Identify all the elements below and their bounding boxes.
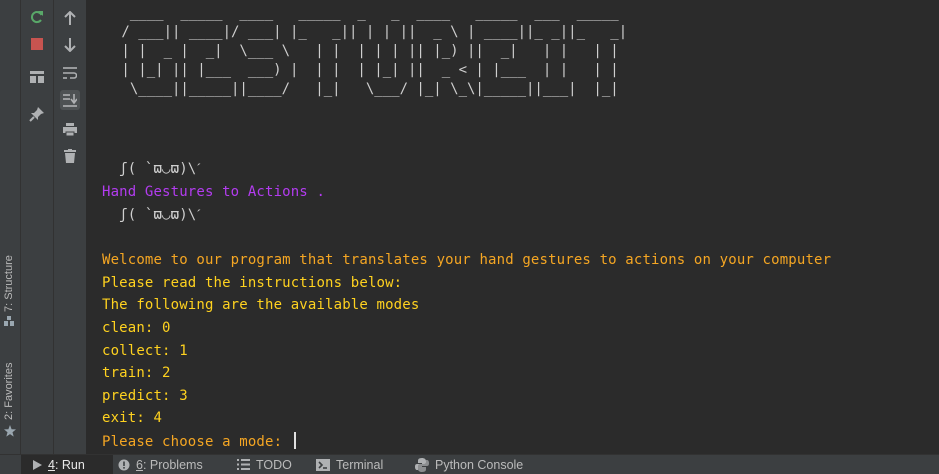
up-button[interactable] bbox=[60, 8, 80, 28]
trash-icon bbox=[64, 149, 76, 163]
structure-icon bbox=[4, 316, 15, 330]
terminal-tab[interactable]: Terminal bbox=[316, 455, 383, 474]
todo-list-icon bbox=[237, 459, 250, 470]
modes-header: The following are the available modes bbox=[102, 297, 420, 313]
mode-predict: predict: 3 bbox=[102, 388, 188, 404]
favorites-tab[interactable]: 2: Favorites bbox=[0, 350, 20, 445]
print-icon bbox=[63, 122, 77, 136]
problems-icon bbox=[118, 459, 130, 471]
mode-train: train: 2 bbox=[102, 365, 171, 381]
console-output[interactable]: ____ _____ ____ _____ _ _ ____ _____ ___… bbox=[87, 0, 939, 455]
terminal-icon bbox=[316, 458, 330, 471]
mode-exit: exit: 4 bbox=[102, 410, 163, 426]
pin-icon bbox=[29, 106, 45, 122]
soft-wrap-button[interactable] bbox=[60, 63, 80, 83]
run-tab[interactable]: 4: Run bbox=[21, 455, 113, 474]
stop-button[interactable] bbox=[27, 34, 47, 54]
python-icon bbox=[415, 457, 429, 472]
welcome-line: Welcome to our program that translates y… bbox=[102, 252, 832, 268]
program-title: Hand Gestures to Actions . bbox=[102, 184, 326, 200]
run-icon bbox=[33, 459, 42, 470]
mode-clean: clean: 0 bbox=[102, 320, 171, 336]
structure-tab[interactable]: 7: Structure bbox=[0, 240, 20, 326]
star-icon bbox=[4, 425, 16, 440]
clear-all-button[interactable] bbox=[60, 146, 80, 166]
text-cursor bbox=[293, 432, 296, 449]
python-console-tab-label: Python Console bbox=[435, 457, 524, 472]
up-arrow-icon bbox=[64, 11, 76, 25]
problems-tab[interactable]: 6: Problems bbox=[118, 455, 203, 474]
problems-tab-number: 6 bbox=[136, 457, 143, 472]
ascii-banner: ____ _____ ____ _____ _ _ ____ _____ ___… bbox=[121, 5, 628, 97]
stop-icon bbox=[31, 38, 43, 50]
terminal-tab-label: Terminal bbox=[336, 457, 384, 472]
scroll-to-end-button[interactable] bbox=[60, 90, 80, 110]
scroll-to-end-icon bbox=[63, 93, 77, 107]
print-button[interactable] bbox=[60, 119, 80, 139]
bottom-tool-bar: 4: Run 6: Problems TODO Terminal Python … bbox=[0, 454, 939, 474]
mode-prompt-line[interactable]: Please choose a mode: bbox=[102, 432, 296, 452]
todo-tab[interactable]: TODO bbox=[237, 455, 292, 474]
pin-button[interactable] bbox=[27, 104, 47, 124]
layout-icon bbox=[30, 71, 44, 83]
run-tab-label: : Run bbox=[54, 457, 85, 472]
instructions-line: Please read the instructions below: bbox=[102, 275, 403, 291]
left-tool-strip: 7: Structure 2: Favorites bbox=[0, 0, 21, 455]
todo-tab-label: TODO bbox=[256, 457, 292, 472]
rerun-icon bbox=[29, 9, 45, 25]
soft-wrap-icon bbox=[63, 67, 77, 79]
kaomoji-top: ʃ( `ϖ◡ϖ)\ˊ bbox=[102, 161, 202, 177]
rerun-button[interactable] bbox=[27, 7, 47, 27]
problems-tab-label: : Problems bbox=[142, 457, 203, 472]
down-button[interactable] bbox=[60, 35, 80, 55]
run-toolbar-primary bbox=[21, 0, 54, 455]
mode-prompt: Please choose a mode: bbox=[102, 434, 291, 450]
run-tab-number: 4 bbox=[48, 457, 55, 472]
favorites-tab-label: 2: Favorites bbox=[3, 362, 15, 420]
layout-button[interactable] bbox=[27, 67, 47, 87]
python-console-tab[interactable]: Python Console bbox=[415, 455, 523, 474]
kaomoji-bottom: ʃ( `ϖ◡ϖ)\ˊ bbox=[102, 207, 202, 223]
structure-tab-label: 7: Structure bbox=[3, 255, 15, 312]
down-arrow-icon bbox=[64, 38, 76, 52]
run-toolbar-secondary bbox=[54, 0, 87, 455]
mode-collect: collect: 1 bbox=[102, 343, 188, 359]
